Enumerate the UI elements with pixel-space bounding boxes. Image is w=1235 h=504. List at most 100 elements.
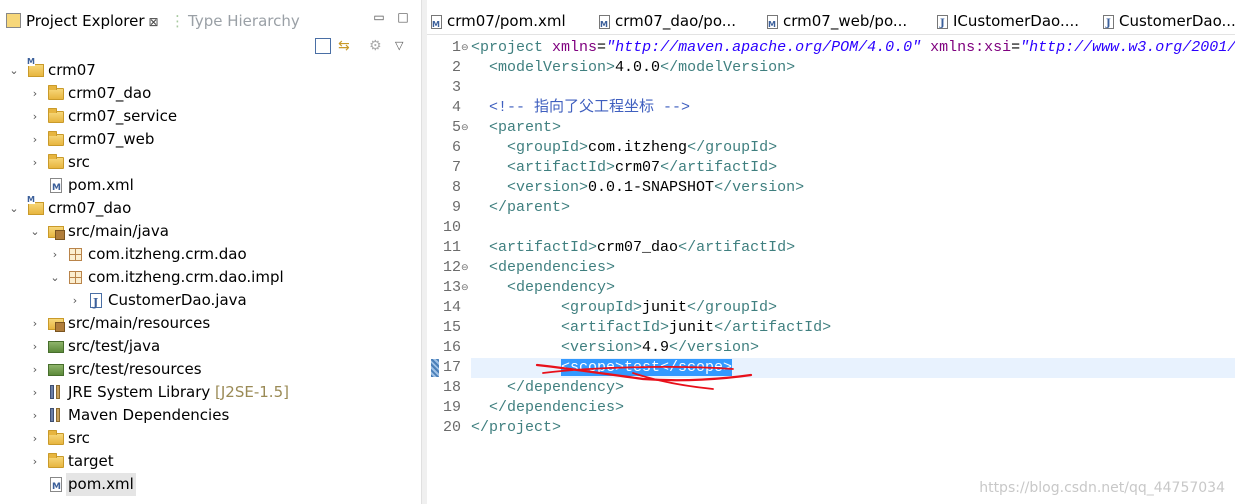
view-tab-bar: Project Explorer ⊠ ⋮ Type Hierarchy ▭ □ (0, 0, 421, 34)
xml-tag: </modelVersion> (660, 59, 796, 76)
tree-item-src-test-java[interactable]: › src/test/java (0, 335, 421, 358)
minimize-icon[interactable]: ▭ (372, 10, 386, 24)
tree-item-src[interactable]: › src (0, 151, 421, 174)
code-area[interactable]: <project xmlns="http://maven.apache.org/… (471, 36, 1235, 504)
view-menu-chevron-down-icon[interactable]: ▽ (395, 38, 411, 54)
expanded-chevron-icon[interactable]: ⌄ (8, 197, 20, 220)
collapsed-chevron-icon[interactable]: › (29, 358, 41, 381)
collapsed-chevron-icon[interactable]: › (29, 128, 41, 151)
code-line[interactable] (471, 218, 1235, 238)
tree-item-crm07-web[interactable]: › crm07_web (0, 128, 421, 151)
tree-item-crm07-dao[interactable]: ⌄ crm07_dao (0, 195, 421, 220)
tree-item-label: pom.xml (66, 473, 136, 496)
maximize-icon[interactable]: □ (396, 10, 410, 24)
line-number: 1 (451, 39, 461, 56)
fold-collapse-icon[interactable]: ⊖ (461, 258, 471, 278)
tab-type-hierarchy[interactable]: ⋮ Type Hierarchy (170, 10, 300, 32)
editor-tab-crm07-dao-pom[interactable]: crm07_dao/po... (599, 10, 737, 36)
editor-tab-customerdao[interactable]: CustomerDao.... (1103, 10, 1235, 35)
line-number: 5 (451, 119, 461, 136)
expanded-chevron-icon[interactable]: ⌄ (29, 220, 41, 243)
xml-tag: </dependencies> (489, 399, 625, 416)
collapsed-chevron-icon[interactable]: › (29, 312, 41, 335)
collapsed-chevron-icon[interactable]: › (29, 335, 41, 358)
tree-item-label: src (68, 153, 90, 171)
source-folder-icon (48, 318, 65, 332)
tree-item-label: Maven Dependencies (68, 406, 230, 424)
fold-collapse-icon[interactable]: ⊖ (461, 118, 471, 138)
collapse-all-icon[interactable] (315, 38, 331, 54)
tree-item-label: com.itzheng.crm.dao (88, 245, 247, 263)
java-file-icon (1103, 13, 1114, 35)
tree-item-pom-xml[interactable]: pom.xml (0, 174, 421, 200)
code-line[interactable]: <artifactId>crm07</artifactId> (471, 158, 1235, 178)
code-line[interactable]: <groupId>junit</groupId> (471, 298, 1235, 318)
collapsed-chevron-icon[interactable]: › (29, 427, 41, 450)
collapsed-chevron-icon[interactable]: › (29, 151, 41, 174)
code-line[interactable]: </project> (471, 418, 1235, 438)
tree-item-crm07-service[interactable]: › crm07_service (0, 105, 421, 128)
tree-item-label: src/test/resources (68, 360, 202, 378)
xml-tag: <modelVersion> (489, 59, 616, 76)
tree-item-src-main-java[interactable]: ⌄ src/main/java (0, 220, 421, 243)
line-number: 15 (442, 319, 461, 336)
code-line[interactable]: <!-- 指向了父工程坐标 --> (471, 98, 1235, 118)
folder-icon (48, 108, 64, 123)
code-line[interactable] (471, 78, 1235, 98)
collapsed-chevron-icon[interactable]: › (29, 105, 41, 128)
link-with-editor-icon[interactable]: ⇆ (338, 38, 354, 54)
editor-tab-crm07-pom[interactable]: crm07/pom.xml (431, 10, 566, 36)
code-line[interactable]: <modelVersion>4.0.0</modelVersion> (471, 58, 1235, 78)
xml-tag: </groupId> (687, 139, 778, 156)
tree-item-crm07[interactable]: ⌄ crm07 (0, 57, 421, 82)
tree-item-src[interactable]: › src (0, 427, 421, 450)
code-line[interactable]: </parent> (471, 198, 1235, 218)
tab-project-explorer[interactable]: Project Explorer ⊠ (6, 10, 159, 32)
tree-item-package-dao-impl[interactable]: ⌄ com.itzheng.crm.dao.impl (0, 266, 421, 289)
code-line[interactable]: <groupId>com.itzheng</groupId> (471, 138, 1235, 158)
tree-item-crm07-dao-module[interactable]: › crm07_dao (0, 82, 421, 105)
tree-item-customerdao-java[interactable]: › CustomerDao.java (0, 289, 421, 314)
collapsed-chevron-icon[interactable]: › (49, 243, 61, 266)
line-number: 12 (442, 259, 461, 276)
tree-item-pom-xml-selected[interactable]: pom.xml (0, 473, 421, 499)
collapsed-chevron-icon[interactable]: › (29, 450, 41, 473)
tree-item-maven-dependencies[interactable]: › Maven Dependencies (0, 404, 421, 427)
focus-icon[interactable]: ⚙ (369, 38, 385, 54)
xml-text: 0.0.1-SNAPSHOT (588, 179, 715, 196)
code-line[interactable]: <artifactId>crm07_dao</artifactId> (471, 238, 1235, 258)
collapsed-chevron-icon[interactable]: › (29, 381, 41, 404)
project-explorer-icon (6, 13, 21, 28)
tree-item-package-dao[interactable]: › com.itzheng.crm.dao (0, 243, 421, 266)
tree-item-src-main-resources[interactable]: › src/main/resources (0, 312, 421, 335)
tree-item-jre-system-library[interactable]: › JRE System Library [J2SE-1.5] (0, 381, 421, 404)
tree-item-target[interactable]: › target (0, 450, 421, 473)
editor-tab-bar: crm07/pom.xml crm07_dao/po... crm07_web/… (427, 0, 1235, 36)
editor-tab-icustomerdao[interactable]: ICustomerDao.... (937, 10, 1079, 35)
xml-tag: </parent> (489, 199, 571, 216)
expanded-chevron-icon[interactable]: ⌄ (8, 59, 20, 82)
code-line[interactable]: <dependency> (471, 278, 1235, 298)
collapsed-chevron-icon[interactable]: › (29, 82, 41, 105)
editor-tab-crm07-web-pom[interactable]: crm07_web/po... (767, 10, 907, 36)
fold-collapse-icon[interactable]: ⊖ (461, 278, 471, 298)
annotation-stroke (542, 366, 734, 374)
code-line[interactable]: <parent> (471, 118, 1235, 138)
collapsed-chevron-icon[interactable]: › (29, 404, 41, 427)
expanded-chevron-icon[interactable]: ⌄ (49, 266, 61, 289)
tree-item-label: crm07_dao (48, 199, 132, 217)
code-line[interactable]: <project xmlns="http://maven.apache.org/… (471, 38, 1235, 58)
collapsed-chevron-icon[interactable]: › (69, 289, 81, 312)
code-line[interactable]: <dependencies> (471, 258, 1235, 278)
editor-tab-label: crm07_dao/po... (615, 12, 737, 30)
line-number: 11 (442, 239, 461, 256)
line-number: 10 (442, 219, 461, 236)
xml-tag: <dependencies> (489, 259, 616, 276)
close-icon[interactable]: ⊠ (149, 15, 159, 29)
code-line[interactable]: <artifactId>junit</artifactId> (471, 318, 1235, 338)
code-line[interactable]: <version>0.0.1-SNAPSHOT</version> (471, 178, 1235, 198)
line-number: 6 (451, 139, 461, 156)
fold-collapse-icon[interactable]: ⊖ (461, 38, 471, 58)
tree-item-src-test-resources[interactable]: › src/test/resources (0, 358, 421, 381)
code-line[interactable]: </dependencies> (471, 398, 1235, 418)
